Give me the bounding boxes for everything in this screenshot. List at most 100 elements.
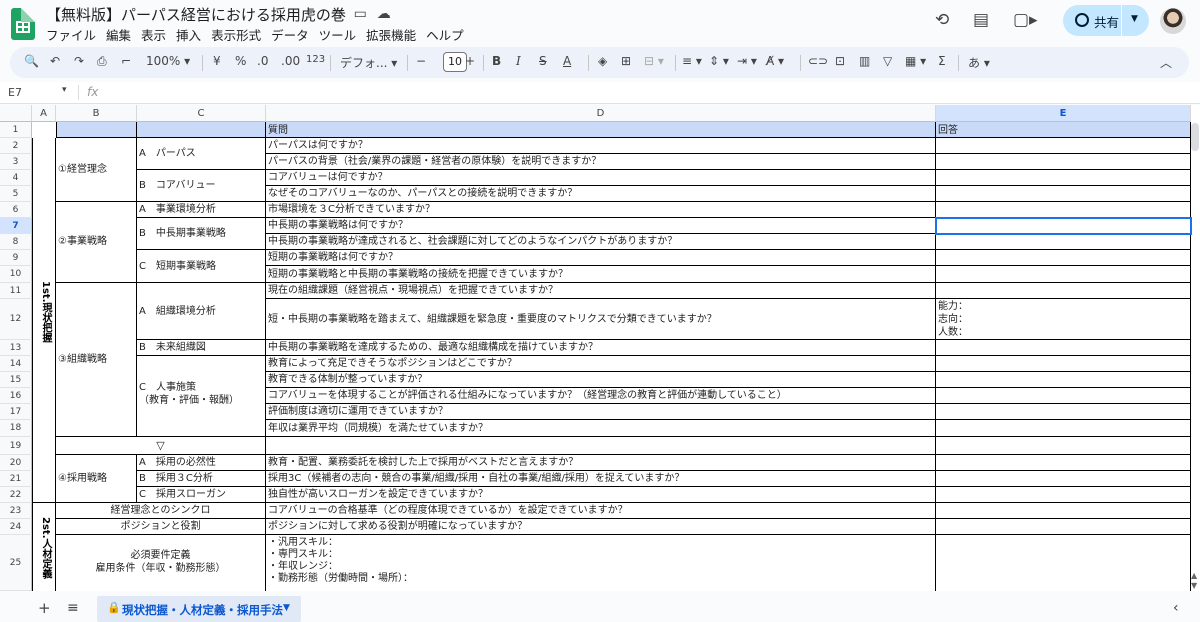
answer-cell[interactable] (936, 503, 1191, 519)
font-size-increase[interactable]: + (465, 54, 475, 68)
menu-data[interactable]: データ (271, 28, 309, 43)
answer-cell[interactable] (936, 471, 1191, 487)
row-header[interactable]: 16 (0, 388, 32, 404)
question-cell[interactable]: 短・中長期の事業戦略を踏まえて、組織課題を緊急度・重要度のマトリクスで分類できて… (266, 299, 936, 340)
merge-cells-icon[interactable]: ⊟ ▾ (644, 54, 664, 68)
row-header[interactable]: 1 (0, 122, 32, 138)
row-header[interactable]: 20 (0, 455, 32, 471)
answer-cell[interactable] (936, 535, 1191, 591)
subcategory-necessity[interactable]: A 採用の必然性 (137, 455, 266, 471)
menu-edit[interactable]: 編集 (106, 28, 131, 43)
answer-cell[interactable] (936, 437, 1191, 455)
document-title[interactable]: 【無料版】パーパス経営における採用虎の巻 (46, 4, 346, 25)
percent-format[interactable]: % (235, 54, 246, 68)
add-sheet-icon[interactable]: + (38, 599, 51, 617)
vertical-align-icon[interactable]: ⇕ ▾ (709, 54, 729, 68)
column-header-b[interactable]: B (56, 105, 137, 122)
row-header[interactable]: 22 (0, 487, 32, 503)
question-cell[interactable]: 教育・配置、業務委託を検討した上で採用がベストだと言えますか？ (266, 455, 936, 471)
item-requirements[interactable]: 必須要件定義 雇用条件（年収・勤務形態） (56, 535, 266, 591)
column-header-d[interactable]: D (266, 105, 936, 122)
zoom-select[interactable]: 100% ▾ (146, 54, 190, 68)
text-color-icon[interactable]: A (563, 54, 571, 68)
answer-cell[interactable] (936, 420, 1191, 437)
meet-icon[interactable]: ▢▸ (1013, 10, 1038, 30)
question-cell[interactable]: 教育できる体制が整っていますか？ (266, 372, 936, 388)
question-cell[interactable]: 市場環境を３C分析できていますか？ (266, 202, 936, 218)
row-header[interactable]: 12 (0, 299, 32, 340)
menu-view[interactable]: 表示 (141, 28, 166, 43)
font-size-decrease[interactable]: − (416, 54, 426, 68)
row-header[interactable]: 23 (0, 503, 32, 519)
answer-cell[interactable] (936, 202, 1191, 218)
question-cell[interactable]: コアバリューは何ですか？ (266, 170, 936, 186)
currency-format[interactable]: ¥ (213, 54, 221, 68)
functions-icon[interactable]: Σ (938, 54, 946, 68)
answer-cell[interactable] (936, 283, 1191, 299)
row-header[interactable]: 15 (0, 372, 32, 388)
row-header[interactable]: 21 (0, 471, 32, 487)
answer-cell[interactable] (936, 487, 1191, 503)
answer-cell[interactable] (936, 234, 1191, 250)
subcategory-core-value[interactable]: B コアバリュー (137, 170, 266, 202)
category-management-philosophy[interactable]: ①経営理念 (56, 138, 137, 202)
row-header[interactable]: 10 (0, 266, 32, 283)
menu-file[interactable]: ファイル (46, 28, 96, 43)
spreadsheet-grid[interactable]: A B C D E ▲ ▼ 1 2 3 4 5 6 7 8 9 10 11 12… (0, 105, 1200, 591)
menu-help[interactable]: ヘルプ (426, 28, 464, 43)
requirements-detail-cell[interactable]: ・汎用スキル： ・専門スキル： ・年収レンジ： ・勤務形態（労働時間・場所）： (266, 535, 936, 591)
menu-extensions[interactable]: 拡張機能 (366, 28, 416, 43)
subcategory-purpose[interactable]: A パーパス (137, 138, 266, 170)
subcategory-environment-analysis[interactable]: A 事業環境分析 (137, 202, 266, 218)
input-tools-button[interactable]: あ ▾ (968, 54, 990, 71)
row-header[interactable]: 7 (0, 218, 32, 234)
name-box-dropdown-icon[interactable]: ▾ (62, 85, 67, 95)
row-header[interactable]: 2 (0, 138, 32, 154)
question-cell[interactable]: 独自性が高いスローガンを設定できていますか？ (266, 487, 936, 503)
subcategory-3c[interactable]: B 採用３C分析 (137, 471, 266, 487)
sheet-tab-active[interactable]: 🔒 現状把握・人材定義・採用手法 ▼ (97, 596, 301, 622)
question-cell[interactable]: 中長期の事業戦略は何ですか？ (266, 218, 936, 234)
font-select[interactable]: デフォ... ▾ (340, 54, 397, 71)
question-cell[interactable]: パーパスは何ですか？ (266, 138, 936, 154)
row-header[interactable]: 24 (0, 519, 32, 535)
question-cell[interactable]: コアバリューを体現することが評価される仕組みになっていますか？（経営理念の教育と… (266, 388, 936, 404)
question-cell[interactable]: 現在の組織課題（経営視点・現場視点）を把握できていますか？ (266, 283, 936, 299)
item-philosophy-sync[interactable]: 経営理念とのシンクロ (56, 503, 266, 519)
subcategory-shortterm-strategy[interactable]: C 短期事業戦略 (137, 250, 266, 283)
row-header[interactable]: 14 (0, 356, 32, 372)
comments-icon[interactable]: ▤ (973, 10, 989, 30)
question-cell[interactable]: ポジションに対して求める役割が明確になっていますか？ (266, 519, 936, 535)
text-rotation-icon[interactable]: A̸ ▾ (766, 54, 784, 68)
subcategory-slogan[interactable]: C 採用スローガン (137, 487, 266, 503)
row-header[interactable]: 19 (0, 437, 32, 455)
scroll-up-icon[interactable]: ▲ (1191, 571, 1197, 580)
question-cell[interactable]: 評価制度は適切に運用できていますか？ (266, 404, 936, 420)
menu-format[interactable]: 表示形式 (211, 28, 261, 43)
name-box[interactable]: E7 (8, 86, 22, 99)
column-header-c[interactable]: C (137, 105, 266, 122)
arrow-cell[interactable]: ▽ (56, 437, 266, 455)
answer-cell[interactable] (936, 154, 1191, 170)
answer-cell[interactable] (936, 340, 1191, 356)
formula-input[interactable] (105, 85, 1185, 101)
question-cell[interactable]: 年収は業界平均（同規模）を満たせていますか？ (266, 420, 936, 437)
bold-icon[interactable]: B (492, 54, 501, 68)
sidepanel-toggle-icon[interactable]: ‹ (1173, 600, 1179, 616)
filter-icon[interactable]: ▽ (883, 54, 892, 68)
undo-icon[interactable]: ↶ (50, 54, 60, 68)
question-header[interactable]: 質問 (266, 122, 936, 138)
menu-insert[interactable]: 挿入 (176, 28, 201, 43)
filter-views-icon[interactable]: ▦ ▾ (905, 54, 926, 68)
answer-cell[interactable] (936, 186, 1191, 202)
answer-cell-capacity[interactable]: 能力： 志向： 人数： (936, 299, 1191, 340)
category-organization-strategy[interactable]: ③組織戦略 (56, 283, 137, 437)
subcategory-org-environment[interactable]: A 組織環境分析 (137, 283, 266, 340)
redo-icon[interactable]: ↷ (74, 54, 84, 68)
question-cell-empty[interactable] (266, 437, 936, 455)
column-header-e[interactable]: E (936, 105, 1191, 122)
borders-icon[interactable]: ⊞ (621, 54, 631, 68)
avatar[interactable] (1160, 8, 1186, 34)
answer-cell-selected[interactable] (936, 218, 1191, 234)
row-header[interactable]: 9 (0, 250, 32, 266)
